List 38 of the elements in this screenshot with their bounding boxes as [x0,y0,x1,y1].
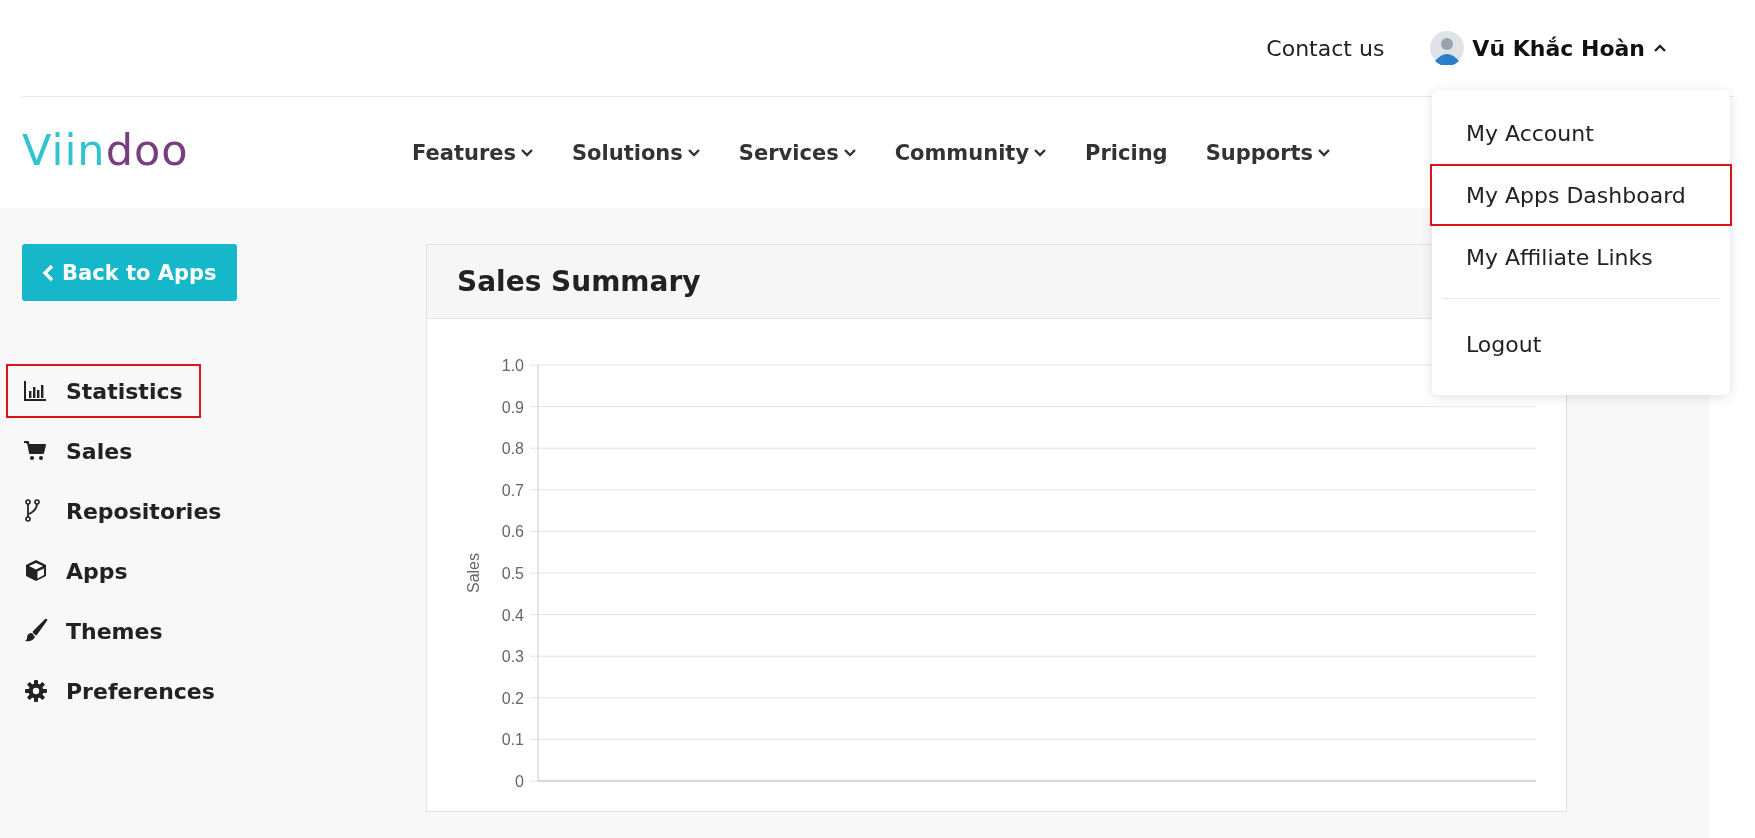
avatar [1430,31,1465,65]
axis-tick-label: 0.4 [501,606,524,624]
user-menu-toggle[interactable]: Vũ Khắc Hoàn [1430,31,1667,65]
nav-link[interactable]: Pricing [1085,140,1168,165]
axis-tick-label: 0.1 [501,731,524,749]
cube-icon [24,559,48,583]
axis-tick-label: 0.5 [501,565,524,582]
sidebar-item[interactable]: Statistics [6,364,201,418]
menu-item[interactable]: My Apps Dashboard [1430,164,1732,226]
menu-item[interactable]: Logout [1430,313,1732,375]
sidebar-item[interactable]: Sales [6,424,151,478]
logo[interactable]: Viindoo [22,129,382,172]
nav-link[interactable]: Community [894,140,1048,165]
sidebar-item[interactable]: Preferences [6,664,233,718]
sidebar-item[interactable]: Repositories [6,484,240,538]
menu-item[interactable]: My Account [1430,102,1732,164]
sidebar-item[interactable]: Themes [6,604,181,658]
contact-link[interactable]: Contact us [1266,35,1385,61]
axis-tick-label: 0.6 [501,523,524,541]
axis-tick-label: 0.7 [501,481,524,499]
axis-title: Sales [465,553,482,593]
nav-link[interactable]: Solutions [572,140,701,165]
nav-link[interactable]: Features [412,140,534,165]
cart-icon [24,439,48,463]
bar-chart-icon [24,379,48,403]
chevron-left-icon [42,263,54,282]
nav-link[interactable]: Services [738,140,857,165]
axis-tick-label: 0.3 [501,648,524,666]
brush-icon [24,619,48,643]
axis-tick-label: 0.8 [501,440,524,458]
axis-tick-label: 0 [515,773,524,790]
menu-item[interactable]: My Affiliate Links [1430,226,1732,288]
panel-title: Sales Summary [457,265,701,298]
sidebar-item[interactable]: Apps [6,544,146,598]
axis-tick-label: 0.9 [501,398,524,416]
axis-tick-label: 0.2 [501,689,524,707]
nav-link[interactable]: Supports [1205,140,1332,165]
axis-tick-label: 1.0 [501,357,524,374]
